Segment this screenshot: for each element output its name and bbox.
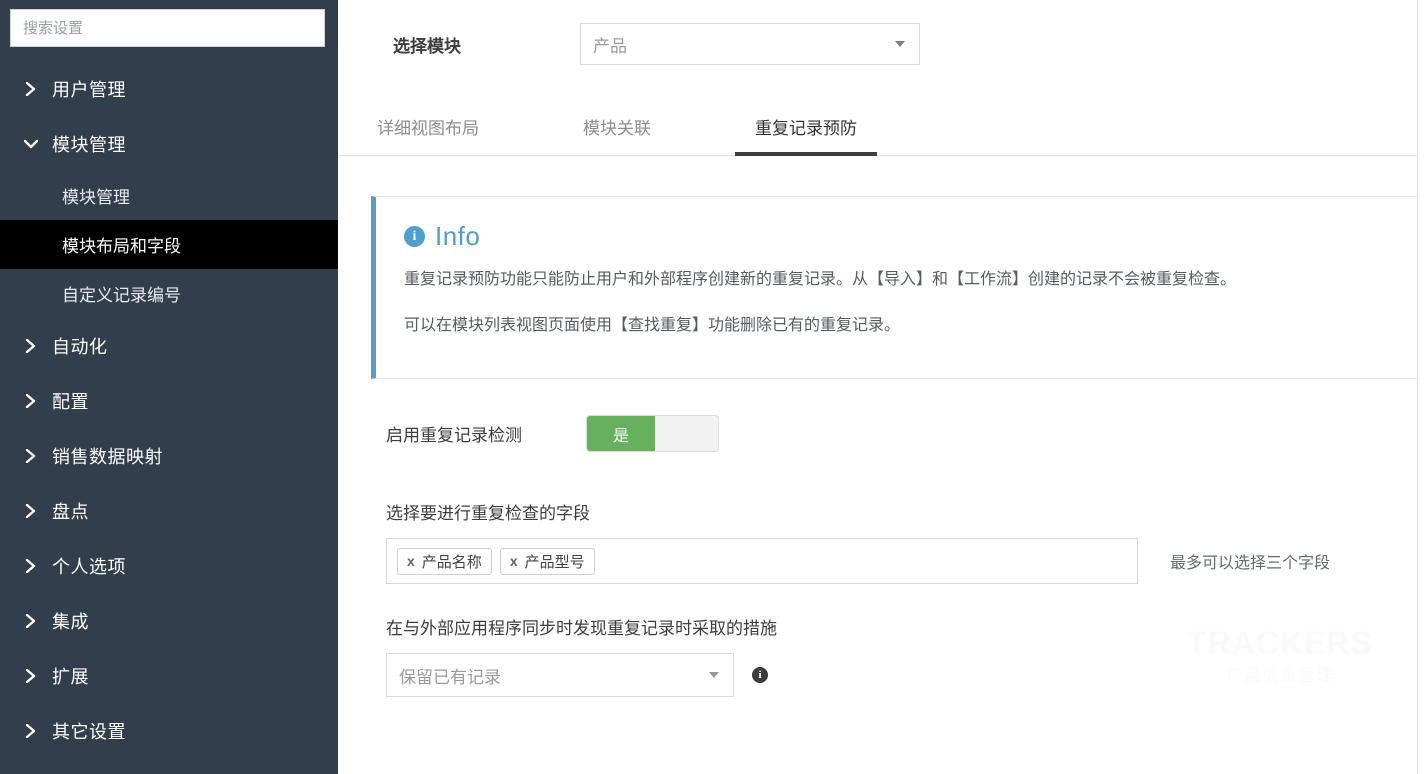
sidebar-item-label: 模块管理	[52, 134, 126, 155]
sidebar-item-automation[interactable]: 自动化	[0, 318, 338, 373]
sidebar-item-module-management[interactable]: 模块管理	[0, 116, 338, 171]
tab-label: 详细视图布局	[377, 119, 479, 138]
sidebar-item-configuration[interactable]: 配置	[0, 373, 338, 428]
sidebar-item-inventory-count[interactable]: 盘点	[0, 483, 338, 538]
remove-tag-icon[interactable]: x	[407, 553, 415, 569]
sidebar-item-personal-options[interactable]: 个人选项	[0, 538, 338, 593]
sidebar-subitem-custom-record-number[interactable]: 自定义记录编号	[0, 269, 338, 318]
enable-duplicate-detection-row: 启用重复记录检测 是	[371, 415, 1424, 452]
duplicate-check-fields-row: x 产品名称 x 产品型号 最多可以选择三个字段	[371, 538, 1424, 584]
chevron-right-icon	[20, 558, 42, 573]
info-alert-line-2: 可以在模块列表视图页面使用【查找重复】功能删除已有的重复记录。	[404, 317, 901, 334]
sidebar-item-label: 配置	[52, 391, 89, 412]
toggle-knob	[655, 416, 718, 451]
chevron-right-icon	[20, 448, 42, 463]
sidebar-item-label: 用户管理	[52, 79, 126, 100]
module-select-value: 产品	[593, 36, 627, 56]
chevron-right-icon	[20, 668, 42, 683]
sidebar-subitem-module-layout-and-fields[interactable]: 模块布局和字段	[0, 220, 338, 269]
sidebar-item-label: 扩展	[52, 666, 89, 687]
sidebar-item-label: 自动化	[52, 336, 108, 357]
module-select[interactable]: 产品	[580, 23, 920, 65]
field-tag[interactable]: x 产品名称	[397, 547, 492, 575]
sidebar-item-other-settings[interactable]: 其它设置	[0, 703, 338, 758]
sidebar-subitem-label: 模块管理	[62, 188, 130, 207]
info-circle-icon[interactable]: i	[752, 667, 768, 683]
info-alert-header: i Info	[404, 221, 1395, 252]
chevron-right-icon	[20, 393, 42, 408]
module-picker-label: 选择模块	[393, 36, 461, 56]
chevron-right-icon	[20, 338, 42, 353]
info-alert-title: Info	[435, 221, 481, 251]
chevron-right-icon	[20, 723, 42, 738]
sidebar-item-integration[interactable]: 集成	[0, 593, 338, 648]
sidebar-nav: 用户管理 模块管理 模块管理 模块布局和字段 自定义记录编号 自动化 配置 销售…	[0, 61, 338, 758]
chevron-down-icon	[20, 138, 42, 150]
settings-panel: i Info 重复记录预防功能只能防止用户和外部程序创建新的重复记录。从【导入】…	[338, 196, 1424, 697]
enable-duplicate-detection-label: 启用重复记录检测	[386, 426, 522, 445]
toggle-on-label: 是	[587, 416, 655, 451]
info-alert: i Info 重复记录预防功能只能防止用户和外部程序创建新的重复记录。从【导入】…	[371, 196, 1424, 379]
tab-module-relation[interactable]: 模块关联	[577, 114, 657, 155]
duplicate-check-fields-input[interactable]: x 产品名称 x 产品型号	[386, 538, 1138, 584]
sidebar-item-extensions[interactable]: 扩展	[0, 648, 338, 703]
sidebar-item-user-management[interactable]: 用户管理	[0, 61, 338, 116]
duplicate-check-fields-label: 选择要进行重复检查的字段	[386, 504, 590, 523]
main-content: 选择模块 产品 详细视图布局 模块关联 重复记录预防 i Info 重复记录预防…	[338, 0, 1424, 774]
sidebar-item-label: 其它设置	[52, 721, 126, 742]
module-picker-row: 选择模块 产品	[338, 0, 1424, 72]
sync-action-value: 保留已有记录	[399, 667, 501, 687]
chevron-right-icon	[20, 613, 42, 628]
sidebar-subitem-module-management[interactable]: 模块管理	[0, 171, 338, 220]
sidebar-item-sales-data-mapping[interactable]: 销售数据映射	[0, 428, 338, 483]
sync-action-row: 保留已有记录 i	[371, 653, 1424, 697]
sidebar-subitem-label: 模块布局和字段	[62, 237, 181, 256]
tab-label: 重复记录预防	[755, 119, 857, 138]
sidebar-item-label: 销售数据映射	[52, 446, 163, 467]
sidebar-item-label: 个人选项	[52, 556, 126, 577]
tab-detail-view-layout[interactable]: 详细视图布局	[371, 114, 485, 155]
sidebar-search-wrapper	[0, 0, 338, 47]
search-input[interactable]	[10, 9, 325, 47]
chevron-right-icon	[20, 81, 42, 96]
app-root: 用户管理 模块管理 模块管理 模块布局和字段 自定义记录编号	[0, 0, 1424, 774]
sidebar-item-label: 盘点	[52, 501, 89, 522]
field-tag[interactable]: x 产品型号	[499, 547, 595, 575]
settings-sidebar: 用户管理 模块管理 模块管理 模块布局和字段 自定义记录编号	[0, 0, 338, 774]
tab-duplicate-prevention[interactable]: 重复记录预防	[735, 114, 877, 156]
sidebar-subitem-label: 自定义记录编号	[62, 286, 181, 305]
vertical-scrollbar[interactable]	[1417, 0, 1424, 774]
caret-down-icon	[709, 672, 719, 678]
chevron-right-icon	[20, 503, 42, 518]
enable-duplicate-detection-toggle[interactable]: 是	[586, 415, 719, 452]
info-alert-line-1: 重复记录预防功能只能防止用户和外部程序创建新的重复记录。从【导入】和【工作流】创…	[404, 271, 1237, 288]
tab-bar: 详细视图布局 模块关联 重复记录预防	[338, 94, 1424, 156]
sync-action-label: 在与外部应用程序同步时发现重复记录时采取的措施	[386, 619, 777, 638]
field-tag-label: 产品型号	[524, 553, 585, 571]
remove-tag-icon[interactable]: x	[510, 553, 518, 569]
max-fields-hint: 最多可以选择三个字段	[1170, 555, 1331, 572]
field-tag-label: 产品名称	[421, 553, 482, 571]
sidebar-item-label: 集成	[52, 611, 89, 632]
info-circle-icon: i	[404, 226, 425, 247]
tab-label: 模块关联	[583, 119, 651, 138]
caret-down-icon	[895, 41, 905, 47]
sync-action-select[interactable]: 保留已有记录	[386, 653, 734, 697]
